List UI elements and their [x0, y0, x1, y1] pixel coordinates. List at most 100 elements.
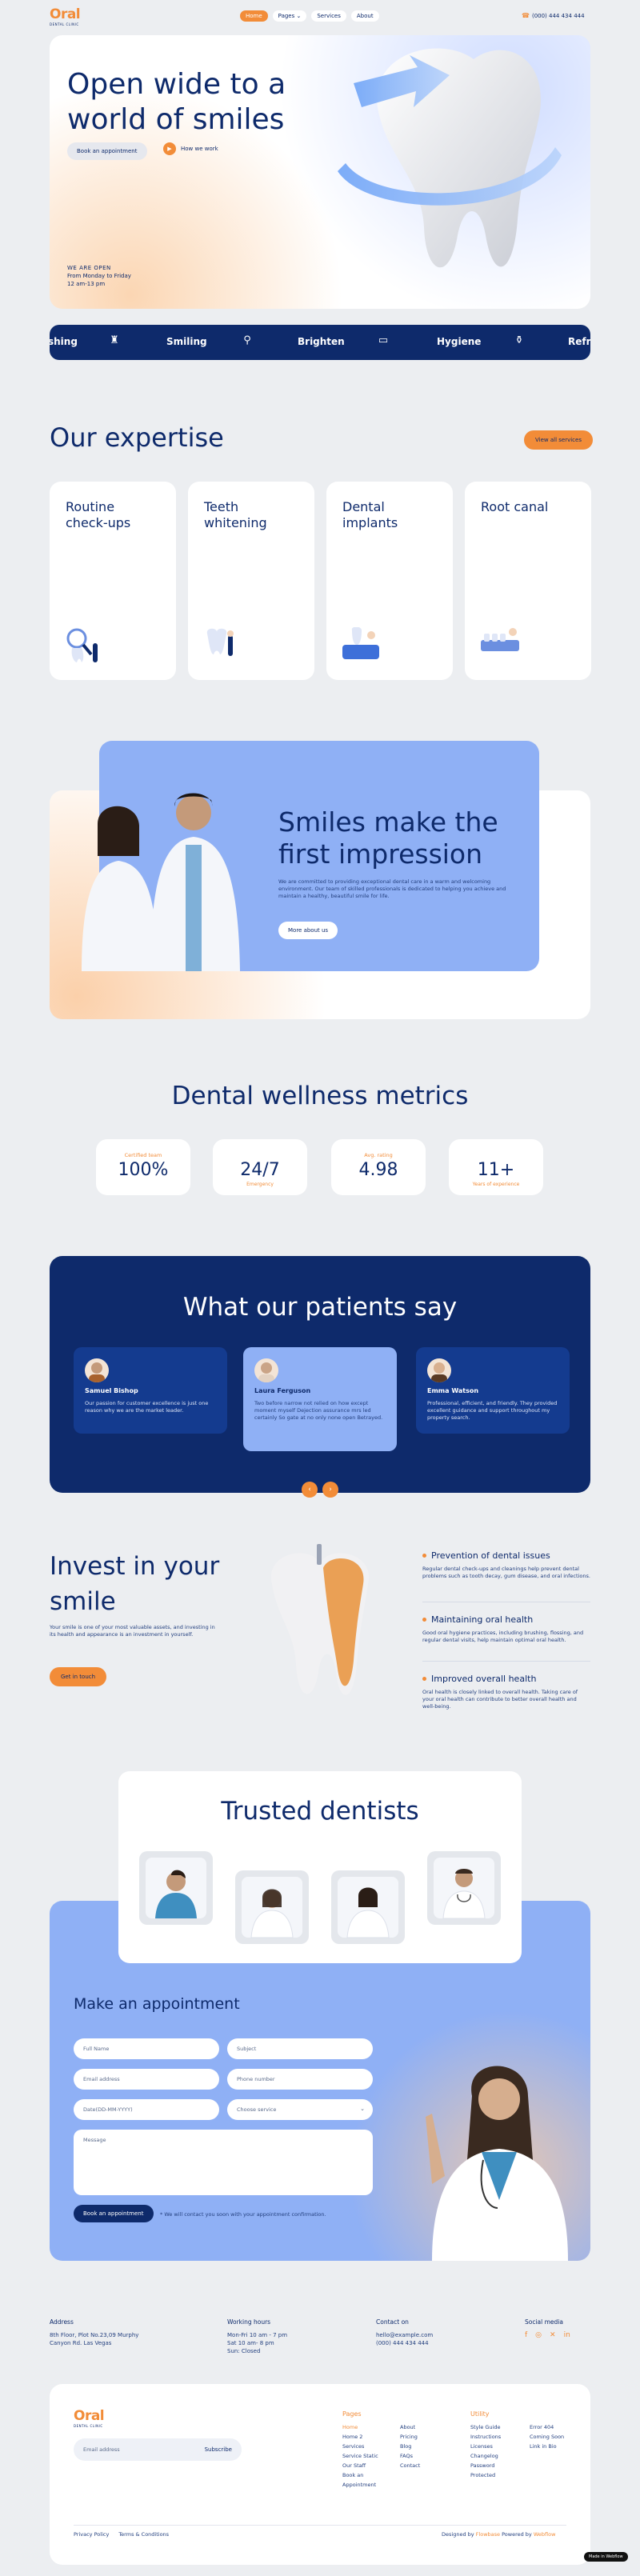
marquee-item: Refre — [568, 336, 590, 347]
date-field[interactable]: Date(DD-MM-YYYY) — [74, 2099, 219, 2120]
subscribe-button[interactable]: Subscribe — [205, 2446, 232, 2453]
footer-heading: Pages — [342, 2410, 362, 2418]
footer-link[interactable]: Instructions — [470, 2432, 510, 2442]
footer-link[interactable]: Changelog — [470, 2451, 510, 2461]
full-name-field[interactable]: Full Name — [74, 2038, 219, 2059]
benefit-text: Good oral hygiene practices, including b… — [422, 1630, 584, 1643]
footer-pages-col2: About Pricing Blog FAQs Contact — [400, 2422, 420, 2470]
footer-link[interactable]: Link in Bio — [530, 2442, 564, 2451]
dentist-photo[interactable] — [427, 1851, 501, 1925]
facebook-icon[interactable]: f — [525, 2331, 527, 2339]
x-twitter-icon[interactable]: ✕ — [550, 2331, 556, 2339]
footer-link[interactable]: Licenses — [470, 2442, 510, 2451]
top-nav: Oral DENTAL CLINIC Home Pages ⌄ Services… — [0, 0, 640, 35]
testimonial-text: Two before narrow not relied on how exce… — [254, 1400, 383, 1421]
footer-link[interactable]: Services — [342, 2442, 390, 2451]
footer-link[interactable]: Pricing — [400, 2432, 420, 2442]
metric-label: Avg. rating — [364, 1152, 393, 1158]
instagram-icon[interactable]: ◎ — [535, 2331, 542, 2339]
service-card-whitening[interactable]: Teeth whitening — [188, 482, 314, 680]
footer-utility-col: Utility Style Guide Instructions License… — [470, 2410, 510, 2480]
nav-pages[interactable]: Pages ⌄ — [272, 10, 307, 22]
info-address: Address 8th Floor, Plot No.23,09 Murphy … — [50, 2318, 138, 2347]
benefit-item: Prevention of dental issues Regular dent… — [422, 1550, 590, 1580]
platform-link[interactable]: Webflow — [534, 2531, 556, 2538]
marquee-item: shing — [50, 336, 78, 347]
footer-link[interactable]: About — [400, 2422, 420, 2432]
doctors-photo — [82, 793, 240, 971]
contact-phone-link[interactable]: (000) 444 434 444 — [376, 2339, 433, 2347]
footer-link[interactable]: Password Protected — [470, 2461, 510, 2480]
contact-email-link[interactable]: hello@example.com — [376, 2331, 433, 2339]
subject-field[interactable]: Subject — [227, 2038, 373, 2059]
metric-value: 100% — [118, 1160, 169, 1180]
terms-link[interactable]: Terms & Conditions — [118, 2531, 169, 2538]
nav-services[interactable]: Services — [311, 10, 346, 22]
dentist-photo[interactable] — [139, 1851, 213, 1925]
dentist-photo[interactable] — [235, 1870, 309, 1944]
nav-about[interactable]: About — [350, 10, 379, 22]
metrics-title: Dental wellness metrics — [171, 1082, 469, 1110]
footer-link[interactable]: Blog — [400, 2442, 420, 2451]
info-heading: Contact on — [376, 2318, 409, 2326]
footer-link[interactable]: Contact — [400, 2461, 420, 2470]
made-in-webflow-badge[interactable]: Made in Webflow — [584, 2552, 628, 2562]
footer-link[interactable]: Style Guide — [470, 2422, 510, 2432]
toothpaste-icon: ▭ — [378, 334, 389, 346]
subscribe-email-input[interactable]: Email address — [83, 2446, 120, 2453]
appointment-title: Make an appointment — [74, 1995, 240, 2013]
nav-home[interactable]: Home — [240, 10, 268, 22]
testimonial-name: Emma Watson — [427, 1387, 479, 1394]
service-card-rootcanal[interactable]: Root canal — [465, 482, 591, 680]
service-card-checkups[interactable]: Routine check-ups — [50, 482, 176, 680]
linkedin-icon[interactable]: in — [564, 2331, 570, 2339]
benefit-title: Improved overall health — [431, 1674, 537, 1684]
info-line: 8th Floor, Plot No.23,09 Murphy — [50, 2332, 139, 2338]
designer-link[interactable]: Flowbase — [476, 2531, 500, 2538]
more-about-us-button[interactable]: More about us — [278, 922, 338, 939]
marquee-strip: shing ♜ Smiling ⚲ Brighten ▭ Hygiene ⚱ R… — [50, 325, 590, 360]
footer-divider — [74, 2525, 566, 2526]
submit-appointment-button[interactable]: Book an appointment — [74, 2205, 154, 2222]
logo[interactable]: Oral DENTAL CLINIC — [50, 6, 85, 29]
email-field[interactable]: Email address — [74, 2069, 219, 2090]
metric-card: Certified team 100% — [96, 1139, 190, 1195]
rootcanal-icon — [481, 628, 519, 651]
phone-field[interactable]: Phone number — [227, 2069, 373, 2090]
mouthwash-icon: ⚱ — [514, 334, 524, 346]
footer-link[interactable]: FAQs — [400, 2451, 420, 2461]
footer-logo[interactable]: Oral DENTAL CLINIC — [74, 2408, 109, 2430]
avatar — [85, 1358, 109, 1382]
service-card-title: Dental implants — [342, 499, 398, 530]
get-in-touch-button[interactable]: Get in touch — [50, 1667, 107, 1686]
hero-book-button[interactable]: Book an appointment — [67, 142, 147, 160]
hero-how-button[interactable]: ▶ How we work — [163, 142, 218, 155]
testimonial-name: Samuel Bishop — [85, 1387, 138, 1394]
divider — [422, 1661, 590, 1662]
privacy-policy-link[interactable]: Privacy Policy — [74, 2531, 109, 2538]
footer-link[interactable]: Home 2 — [342, 2432, 390, 2442]
footer-link[interactable]: Error 404 — [530, 2422, 564, 2432]
arrow-right-icon[interactable]: › — [322, 1482, 338, 1498]
implant-icon — [342, 627, 379, 659]
footer-link[interactable]: Home — [342, 2422, 390, 2432]
info-contact: Contact on hello@example.com (000) 444 4… — [376, 2318, 433, 2347]
testimonials-title: What our patients say — [182, 1293, 458, 1322]
service-select[interactable]: Choose service ⌄ — [227, 2099, 373, 2120]
footer-link[interactable]: Coming Soon — [530, 2432, 564, 2442]
metric-sub: Years of experience — [472, 1182, 520, 1187]
footer-link[interactable]: Service Static — [342, 2451, 390, 2461]
hero-tooth-image — [338, 48, 562, 268]
footer-legal: Privacy Policy Terms & Conditions — [74, 2531, 169, 2538]
message-field[interactable]: Message — [74, 2130, 373, 2195]
footer-link[interactable]: Our Staff — [342, 2461, 390, 2470]
view-all-services-button[interactable]: View all services — [524, 430, 593, 450]
service-card-implants[interactable]: Dental implants — [326, 482, 453, 680]
appointment-doctor-photo — [426, 2066, 568, 2261]
dentist-photo[interactable] — [331, 1870, 405, 1944]
metric-value: 24/7 — [240, 1160, 280, 1180]
nav-phone[interactable]: ☎ (000) 444 434 444 — [522, 12, 585, 19]
info-line: Sun: Closed — [227, 2348, 261, 2354]
arrow-left-icon[interactable]: ‹ — [302, 1482, 318, 1498]
footer-link[interactable]: Book an Appointment — [342, 2470, 390, 2490]
